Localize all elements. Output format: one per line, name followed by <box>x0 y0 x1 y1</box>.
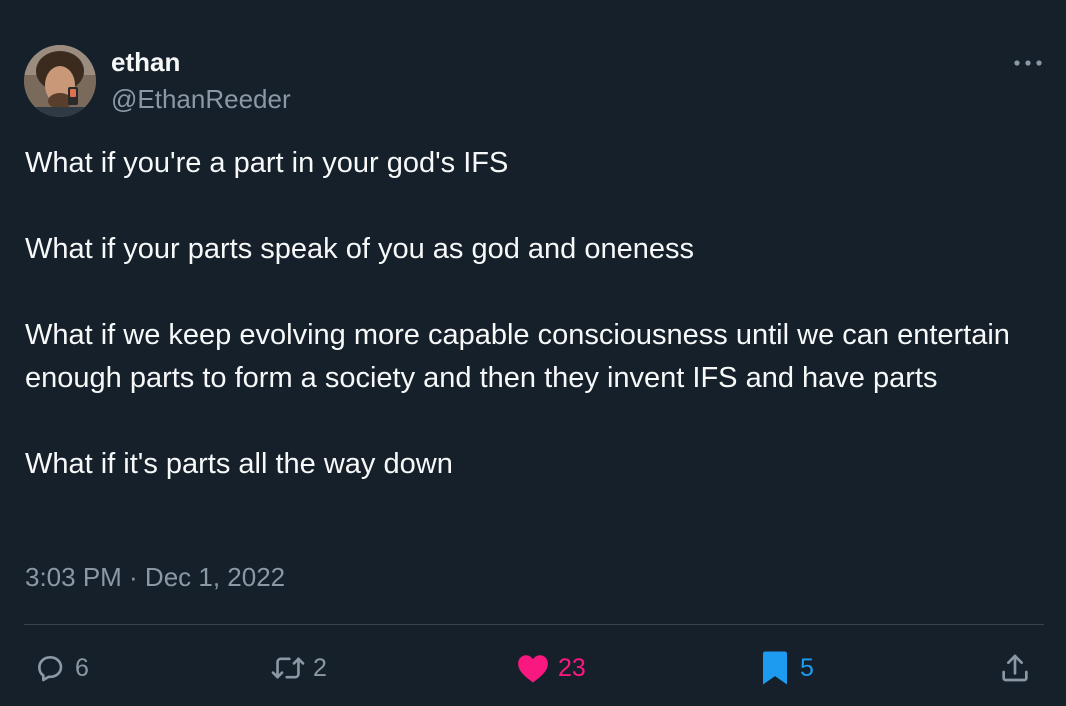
tweet-card: ethan @EthanReeder What if you're a part… <box>0 0 1066 706</box>
user-handle[interactable]: @EthanReeder <box>111 84 291 114</box>
retweet-button[interactable]: 2 <box>271 648 327 688</box>
display-name[interactable]: ethan <box>111 47 180 77</box>
reply-count: 6 <box>75 654 89 682</box>
retweet-count: 2 <box>313 654 327 682</box>
bookmark-count: 5 <box>800 654 814 682</box>
bookmark-icon <box>758 651 792 685</box>
reply-button[interactable]: 6 <box>33 648 89 688</box>
share-icon <box>998 651 1032 685</box>
more-options-button[interactable] <box>1012 52 1044 74</box>
share-button[interactable] <box>998 648 1032 688</box>
tweet-paragraph: What if we keep evolving more capable co… <box>25 319 1010 394</box>
tweet-paragraph: What if it's parts all the way down <box>25 448 453 480</box>
heart-icon <box>516 651 550 685</box>
tweet-paragraph: What if you're a part in your god's IFS <box>25 147 509 179</box>
divider <box>24 624 1044 625</box>
like-button[interactable]: 23 <box>516 648 586 688</box>
more-horizontal-icon <box>1014 60 1042 66</box>
avatar[interactable] <box>24 45 96 117</box>
tweet-paragraph: What if your parts speak of you as god a… <box>25 233 695 265</box>
like-count: 23 <box>558 654 586 682</box>
retweet-icon <box>271 651 305 685</box>
action-bar: 6 2 23 5 <box>0 640 1066 696</box>
tweet-text: What if you're a part in your god's IFS … <box>25 142 1035 486</box>
bookmark-button[interactable]: 5 <box>758 648 814 688</box>
reply-icon <box>33 651 67 685</box>
avatar-image <box>24 45 96 117</box>
tweet-timestamp[interactable]: 3:03 PM · Dec 1, 2022 <box>25 562 285 592</box>
